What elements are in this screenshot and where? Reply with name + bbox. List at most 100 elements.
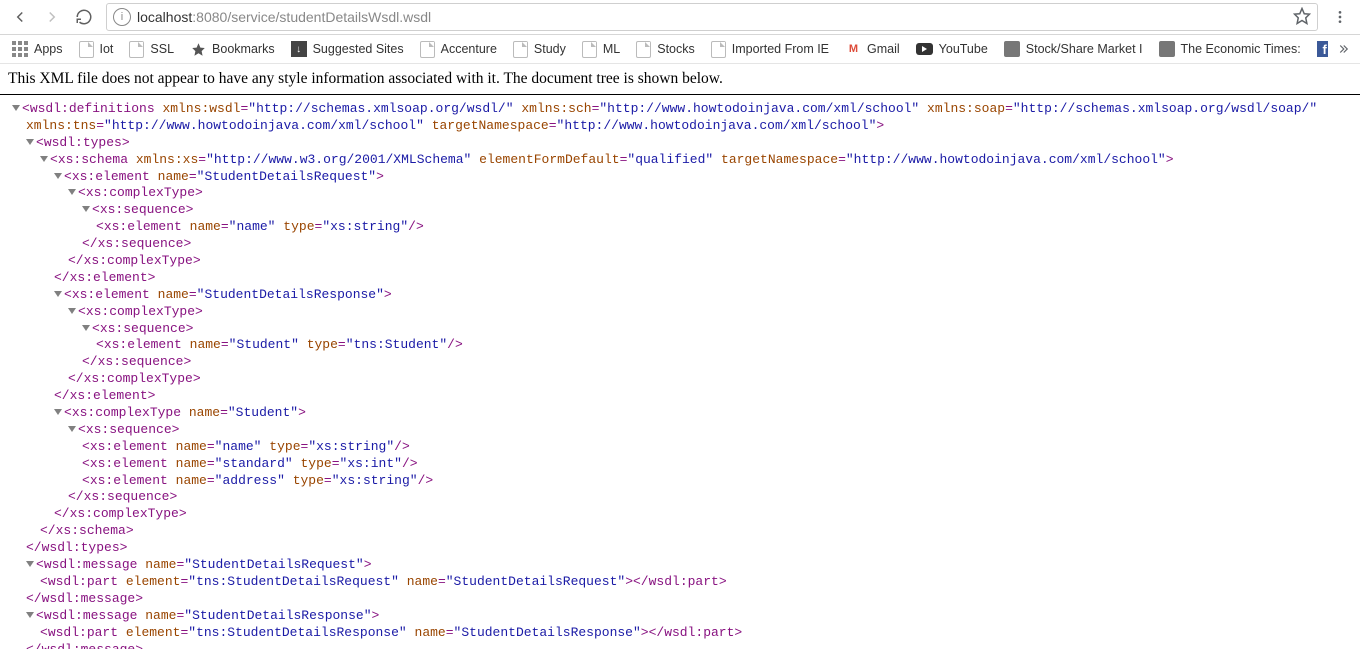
page-icon bbox=[129, 41, 144, 58]
bookmark-item[interactable]: ↓ Suggested Sites bbox=[283, 39, 412, 59]
xml-line: </xs:element> bbox=[4, 270, 1356, 287]
bookmark-item[interactable]: YouTube bbox=[908, 40, 996, 58]
star-icon bbox=[190, 41, 206, 57]
browser-menu-button[interactable] bbox=[1326, 3, 1354, 31]
xml-line: </xs:complexType> bbox=[4, 371, 1356, 388]
xml-line: </wsdl:message> bbox=[4, 642, 1356, 649]
bookmark-label: Study bbox=[534, 42, 566, 56]
bookmark-item[interactable]: Iot bbox=[71, 39, 122, 60]
nav-forward-button[interactable] bbox=[38, 3, 66, 31]
xml-line: <xs:element name="standard" type="xs:int… bbox=[4, 456, 1356, 473]
expand-toggle-icon[interactable] bbox=[82, 206, 90, 212]
xml-line: <wsdl:part element="tns:StudentDetailsRe… bbox=[4, 574, 1356, 591]
apps-button[interactable]: Apps bbox=[6, 39, 69, 59]
youtube-icon bbox=[916, 43, 933, 55]
bookmark-label: Gmail bbox=[867, 42, 900, 56]
bookmark-item[interactable]: f bbox=[1309, 39, 1328, 59]
bookmark-label: Iot bbox=[100, 42, 114, 56]
expand-toggle-icon[interactable] bbox=[40, 156, 48, 162]
xml-line: <xs:element name="Student" type="tns:Stu… bbox=[4, 337, 1356, 354]
fb-icon: f bbox=[1317, 41, 1328, 57]
expand-toggle-icon[interactable] bbox=[68, 426, 76, 432]
xml-line: </xs:complexType> bbox=[4, 253, 1356, 270]
xml-line: </wsdl:types> bbox=[4, 540, 1356, 557]
expand-toggle-icon[interactable] bbox=[26, 612, 34, 618]
xml-line: </wsdl:message> bbox=[4, 591, 1356, 608]
expand-toggle-icon[interactable] bbox=[26, 561, 34, 567]
xml-line: <wsdl:types> bbox=[4, 135, 1356, 152]
xml-line: <xs:sequence> bbox=[4, 202, 1356, 219]
expand-toggle-icon[interactable] bbox=[68, 308, 76, 314]
xml-line: </xs:sequence> bbox=[4, 489, 1356, 506]
bookmark-star-icon[interactable] bbox=[1293, 7, 1311, 28]
xml-banner: This XML file does not appear to have an… bbox=[0, 64, 1360, 92]
xml-line: <xs:element name="StudentDetailsResponse… bbox=[4, 287, 1356, 304]
browser-toolbar: i localhost:8080/service/studentDetailsW… bbox=[0, 0, 1360, 35]
xml-line: <xs:element name="StudentDetailsRequest"… bbox=[4, 169, 1356, 186]
xml-line: <xs:element name="name" type="xs:string"… bbox=[4, 439, 1356, 456]
xml-line: </xs:sequence> bbox=[4, 354, 1356, 371]
expand-toggle-icon[interactable] bbox=[54, 173, 62, 179]
xml-line: xmlns:tns="http://www.howtodoinjava.com/… bbox=[4, 118, 1356, 135]
xml-line: </xs:element> bbox=[4, 388, 1356, 405]
page-icon bbox=[79, 41, 94, 58]
bookmark-item[interactable]: Bookmarks bbox=[182, 39, 283, 59]
divider bbox=[0, 94, 1360, 95]
bookmark-item[interactable]: M Gmail bbox=[837, 39, 908, 59]
apps-icon bbox=[12, 41, 28, 57]
xml-line: <xs:element name="address" type="xs:stri… bbox=[4, 473, 1356, 490]
expand-toggle-icon[interactable] bbox=[54, 291, 62, 297]
xml-line: <xs:complexType name="Student"> bbox=[4, 405, 1356, 422]
xml-tree: <wsdl:definitions xmlns:wsdl="http://sch… bbox=[0, 101, 1360, 649]
xml-line: <xs:complexType> bbox=[4, 185, 1356, 202]
xml-line: <wsdl:definitions xmlns:wsdl="http://sch… bbox=[4, 101, 1356, 118]
xml-line: <xs:schema xmlns:xs="http://www.w3.org/2… bbox=[4, 152, 1356, 169]
bookmark-label: The Economic Times: bbox=[1181, 42, 1301, 56]
bookmark-label: YouTube bbox=[939, 42, 988, 56]
page-viewport[interactable]: This XML file does not appear to have an… bbox=[0, 64, 1360, 649]
generic-icon bbox=[1004, 41, 1020, 57]
xml-line: <wsdl:message name="StudentDetailsRespon… bbox=[4, 608, 1356, 625]
bookmark-item[interactable]: Stock/Share Market I bbox=[996, 39, 1151, 59]
bookmark-label: Stocks bbox=[657, 42, 695, 56]
expand-toggle-icon[interactable] bbox=[26, 139, 34, 145]
gmail-icon: M bbox=[845, 41, 861, 57]
address-bar[interactable]: i localhost:8080/service/studentDetailsW… bbox=[106, 3, 1318, 31]
site-info-icon[interactable]: i bbox=[113, 8, 131, 26]
page-icon bbox=[420, 41, 435, 58]
bookmark-label: Imported From IE bbox=[732, 42, 829, 56]
bookmark-item[interactable]: Stocks bbox=[628, 39, 703, 60]
bookmark-item[interactable]: Imported From IE bbox=[703, 39, 837, 60]
expand-toggle-icon[interactable] bbox=[68, 189, 76, 195]
xml-line: <wsdl:part element="tns:StudentDetailsRe… bbox=[4, 625, 1356, 642]
page-icon bbox=[711, 41, 726, 58]
apps-label: Apps bbox=[34, 42, 63, 56]
nav-back-button[interactable] bbox=[6, 3, 34, 31]
xml-line: <xs:complexType> bbox=[4, 304, 1356, 321]
bookmark-item[interactable]: Study bbox=[505, 39, 574, 60]
bookmark-item[interactable]: Accenture bbox=[412, 39, 505, 60]
xml-line: <xs:sequence> bbox=[4, 321, 1356, 338]
bookmark-item[interactable]: ML bbox=[574, 39, 628, 60]
bookmark-label: Stock/Share Market I bbox=[1026, 42, 1143, 56]
expand-toggle-icon[interactable] bbox=[82, 325, 90, 331]
bookmark-label: Bookmarks bbox=[212, 42, 275, 56]
bookmark-label: ML bbox=[603, 42, 620, 56]
bookmark-bar: Apps Iot SSL Bookmarks ↓ Suggested Sites Acce… bbox=[0, 35, 1360, 64]
bookmark-label: Accenture bbox=[441, 42, 497, 56]
expand-toggle-icon[interactable] bbox=[54, 409, 62, 415]
page-icon bbox=[582, 41, 597, 58]
xml-line: <wsdl:message name="StudentDetailsReques… bbox=[4, 557, 1356, 574]
xml-line: <xs:element name="name" type="xs:string"… bbox=[4, 219, 1356, 236]
page-icon bbox=[636, 41, 651, 58]
tile-icon: ↓ bbox=[291, 41, 307, 57]
xml-line: <xs:sequence> bbox=[4, 422, 1356, 439]
page-icon bbox=[513, 41, 528, 58]
bookmark-label: SSL bbox=[150, 42, 174, 56]
bookmark-label: Suggested Sites bbox=[313, 42, 404, 56]
bookmark-item[interactable]: The Economic Times: bbox=[1151, 39, 1309, 59]
expand-toggle-icon[interactable] bbox=[12, 105, 20, 111]
bookmark-overflow-button[interactable] bbox=[1330, 42, 1354, 56]
nav-reload-button[interactable] bbox=[70, 3, 98, 31]
bookmark-item[interactable]: SSL bbox=[121, 39, 182, 60]
